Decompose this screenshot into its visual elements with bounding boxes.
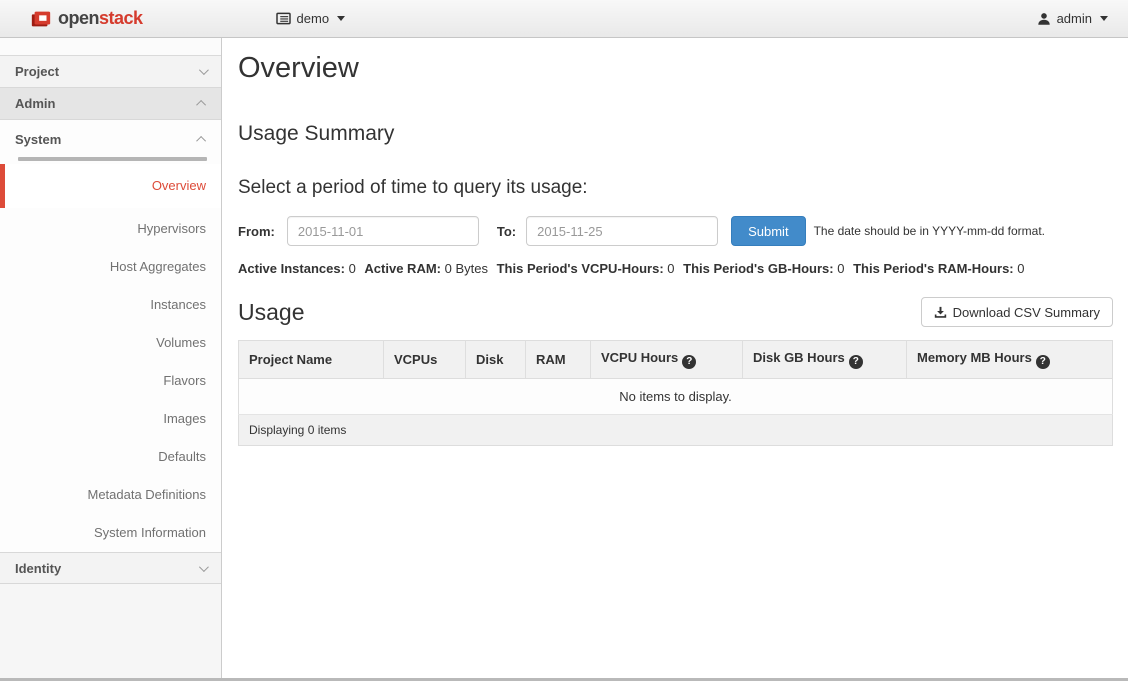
stat-label: This Period's VCPU-Hours: <box>497 261 664 276</box>
main-content: Overview Usage Summary Select a period o… <box>223 52 1128 446</box>
sidebar-item-system-information[interactable]: System Information <box>0 514 221 552</box>
from-label: From: <box>238 224 275 239</box>
submit-button[interactable]: Submit <box>731 216 805 246</box>
usage-section-header: Usage Download CSV Summary <box>238 297 1113 327</box>
sidebar-section-project[interactable]: Project <box>0 56 221 88</box>
sidebar-top-strip <box>0 38 221 56</box>
sidebar-section-label: Admin <box>15 96 55 111</box>
sidebar-item-overview[interactable]: Overview <box>0 164 221 208</box>
help-icon[interactable] <box>682 355 696 369</box>
usage-title: Usage <box>238 299 304 326</box>
user-icon <box>1037 12 1051 26</box>
sidebar-section-admin[interactable]: Admin <box>0 88 221 120</box>
stat-label: This Period's GB-Hours: <box>683 261 833 276</box>
sidebar-section-label: Project <box>15 64 59 79</box>
sidebar-item-flavors[interactable]: Flavors <box>0 362 221 400</box>
column-vcpu-hours[interactable]: VCPU Hours <box>591 341 743 379</box>
to-date-input[interactable] <box>526 216 718 246</box>
help-icon[interactable] <box>849 355 863 369</box>
stat-label: Active Instances: <box>238 261 345 276</box>
usage-stats-row: Active Instances: 0 Active RAM: 0 Bytes … <box>238 261 1113 276</box>
stat-value: 0 Bytes <box>445 261 488 276</box>
items-count: Displaying 0 items <box>239 415 1113 446</box>
help-icon[interactable] <box>1036 355 1050 369</box>
chevron-up-icon <box>196 135 206 145</box>
sidebar-item-hypervisors[interactable]: Hypervisors <box>0 210 221 248</box>
stat-label: This Period's RAM-Hours: <box>853 261 1014 276</box>
project-list-icon <box>276 12 291 25</box>
table-footer-row: Displaying 0 items <box>239 415 1113 446</box>
download-csv-button[interactable]: Download CSV Summary <box>921 297 1113 327</box>
usage-summary-heading: Usage Summary <box>238 122 1113 146</box>
table-header-row: Project Name VCPUs Disk RAM VCPU Hours D… <box>239 341 1113 379</box>
stat-value: 0 <box>1017 261 1024 276</box>
stat-value: 0 <box>837 261 844 276</box>
sidebar-item-instances[interactable]: Instances <box>0 286 221 324</box>
chevron-up-icon <box>196 100 206 110</box>
system-group-divider <box>18 157 207 161</box>
date-range-form: From: To: Submit The date should be in Y… <box>238 216 1113 246</box>
download-icon <box>934 306 947 319</box>
caret-down-icon <box>337 16 345 21</box>
sidebar-item-host-aggregates[interactable]: Host Aggregates <box>0 248 221 286</box>
stat-value: 0 <box>349 261 356 276</box>
column-ram[interactable]: RAM <box>526 341 591 379</box>
empty-message: No items to display. <box>239 379 1113 415</box>
sidebar-group-label: System <box>15 132 61 147</box>
sidebar-item-volumes[interactable]: Volumes <box>0 324 221 362</box>
stat-value: 0 <box>667 261 674 276</box>
to-label: To: <box>497 224 516 239</box>
date-format-hint: The date should be in YYYY-mm-dd format. <box>814 224 1045 238</box>
column-memory-mb-hours[interactable]: Memory MB Hours <box>907 341 1113 379</box>
user-menu-label: admin <box>1057 11 1092 26</box>
query-period-prompt: Select a period of time to query its usa… <box>238 177 1113 199</box>
download-csv-label: Download CSV Summary <box>953 305 1100 320</box>
sidebar-admin-panel: System Overview Hypervisors Host Aggrega… <box>0 120 221 552</box>
column-vcpus[interactable]: VCPUs <box>384 341 466 379</box>
sidebar-item-metadata-definitions[interactable]: Metadata Definitions <box>0 476 221 514</box>
sidebar-nav: Project Admin System Overview Hypervisor… <box>0 38 222 681</box>
sidebar-item-images[interactable]: Images <box>0 400 221 438</box>
user-menu-dropdown[interactable]: admin <box>1037 11 1108 26</box>
chevron-down-icon <box>199 65 209 75</box>
openstack-logo[interactable]: openstack <box>30 8 143 30</box>
openstack-cube-icon <box>30 8 52 30</box>
stat-label: Active RAM: <box>364 261 441 276</box>
project-switcher-dropdown[interactable]: demo <box>276 11 346 26</box>
table-empty-row: No items to display. <box>239 379 1113 415</box>
sidebar-section-label: Identity <box>15 561 61 576</box>
caret-down-icon <box>1100 16 1108 21</box>
column-disk[interactable]: Disk <box>466 341 526 379</box>
column-disk-gb-hours[interactable]: Disk GB Hours <box>743 341 907 379</box>
sidebar-section-identity[interactable]: Identity <box>0 552 221 584</box>
column-project-name[interactable]: Project Name <box>239 341 384 379</box>
sidebar-item-defaults[interactable]: Defaults <box>0 438 221 476</box>
chevron-down-icon <box>199 562 209 572</box>
page-title: Overview <box>238 52 1113 85</box>
brand-text: openstack <box>58 8 143 29</box>
from-date-input[interactable] <box>287 216 479 246</box>
sidebar-group-system[interactable]: System <box>0 120 221 150</box>
top-navbar: openstack demo admin <box>0 0 1128 38</box>
project-switcher-label: demo <box>297 11 330 26</box>
usage-table: Project Name VCPUs Disk RAM VCPU Hours D… <box>238 340 1113 446</box>
